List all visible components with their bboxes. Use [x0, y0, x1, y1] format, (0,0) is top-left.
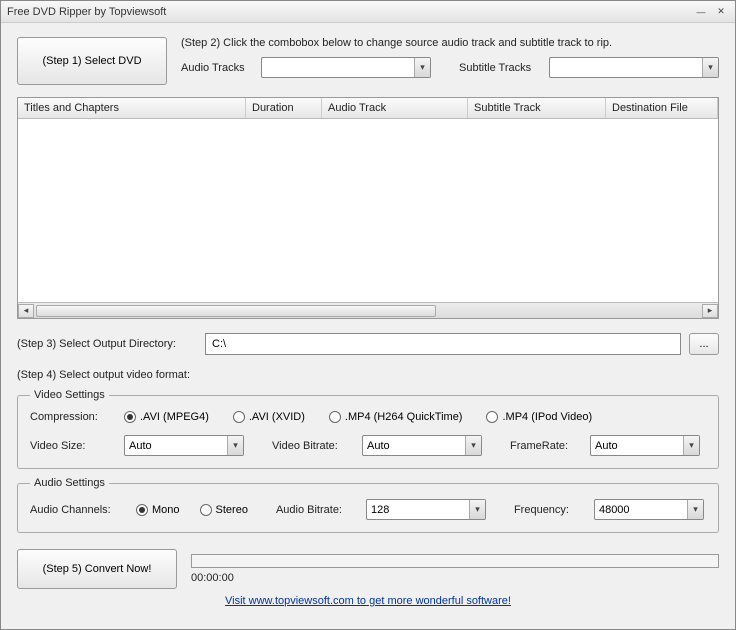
scroll-thumb[interactable] — [36, 305, 436, 317]
compression-label: Compression: — [30, 411, 114, 423]
audio-settings-group: Audio Settings Audio Channels: Mono Ster… — [17, 477, 719, 533]
close-icon: ✕ — [717, 6, 725, 17]
select-dvd-button[interactable]: (Step 1) Select DVD — [17, 37, 167, 85]
radio-stereo[interactable]: Stereo — [200, 504, 248, 516]
framerate-combo[interactable]: Auto▾ — [590, 435, 700, 456]
frequency-combo[interactable]: 48000▾ — [594, 499, 704, 520]
chevron-down-icon: ▾ — [469, 500, 485, 519]
step2-column: (Step 2) Click the combobox below to cha… — [181, 37, 719, 78]
video-bitrate-combo[interactable]: Auto▾ — [362, 435, 482, 456]
radio-icon — [329, 411, 341, 423]
content-area: (Step 1) Select DVD (Step 2) Click the c… — [1, 23, 735, 629]
col-subtitle-track[interactable]: Subtitle Track — [468, 98, 606, 118]
step2-instruction: (Step 2) Click the combobox below to cha… — [181, 37, 719, 49]
chevron-down-icon: ▾ — [414, 58, 430, 77]
top-row: (Step 1) Select DVD (Step 2) Click the c… — [17, 37, 719, 85]
audio-tracks-combo[interactable]: ▾ — [261, 57, 431, 78]
titlebar: Free DVD Ripper by Topviewsoft — ✕ — [1, 1, 735, 23]
subtitle-tracks-combo[interactable]: ▾ — [549, 57, 719, 78]
subtitle-tracks-label: Subtitle Tracks — [459, 62, 539, 74]
radio-mp4-ipod[interactable]: .MP4 (IPod Video) — [486, 411, 592, 423]
col-destination[interactable]: Destination File — [606, 98, 718, 118]
chevron-down-icon: ▾ — [702, 58, 718, 77]
radio-icon — [486, 411, 498, 423]
horizontal-scrollbar[interactable]: ◂ ▸ — [18, 302, 718, 318]
scroll-left-button[interactable]: ◂ — [18, 304, 34, 318]
step3-label: (Step 3) Select Output Directory: — [17, 338, 197, 350]
footer-row: Visit www.topviewsoft.com to get more wo… — [17, 595, 719, 607]
video-size-combo[interactable]: Auto▾ — [124, 435, 244, 456]
video-size-label: Video Size: — [30, 440, 114, 452]
close-button[interactable]: ✕ — [713, 5, 729, 19]
chevron-down-icon: ▾ — [683, 436, 699, 455]
radio-avi-mpeg4[interactable]: .AVI (MPEG4) — [124, 411, 209, 423]
compression-row: Compression: .AVI (MPEG4) .AVI (XVID) .M… — [30, 411, 706, 423]
radio-icon — [136, 504, 148, 516]
titles-table: Titles and Chapters Duration Audio Track… — [17, 97, 719, 319]
select-dvd-label: (Step 1) Select DVD — [42, 55, 141, 67]
minimize-button[interactable]: — — [693, 5, 709, 19]
audio-bitrate-label: Audio Bitrate: — [276, 504, 356, 516]
audio-params-row: Audio Channels: Mono Stereo Audio Bitrat… — [30, 499, 706, 520]
col-titles[interactable]: Titles and Chapters — [18, 98, 246, 118]
audio-channels-label: Audio Channels: — [30, 504, 126, 516]
bottom-row: (Step 5) Convert Now! 00:00:00 — [17, 549, 719, 589]
audio-settings-legend: Audio Settings — [30, 477, 109, 489]
audio-tracks-label: Audio Tracks — [181, 62, 251, 74]
col-duration[interactable]: Duration — [246, 98, 322, 118]
video-settings-group: Video Settings Compression: .AVI (MPEG4)… — [17, 389, 719, 469]
table-body[interactable] — [18, 119, 718, 302]
video-bitrate-label: Video Bitrate: — [272, 440, 352, 452]
app-window: Free DVD Ripper by Topviewsoft — ✕ (Step… — [0, 0, 736, 630]
radio-avi-xvid[interactable]: .AVI (XVID) — [233, 411, 305, 423]
step4-label: (Step 4) Select output video format: — [17, 369, 190, 381]
video-settings-legend: Video Settings — [30, 389, 109, 401]
radio-icon — [233, 411, 245, 423]
frequency-label: Frequency: — [514, 504, 584, 516]
radio-mp4-h264[interactable]: .MP4 (H264 QuickTime) — [329, 411, 463, 423]
video-params-row: Video Size: Auto▾ Video Bitrate: Auto▾ F… — [30, 435, 706, 456]
col-audio-track[interactable]: Audio Track — [322, 98, 468, 118]
window-title: Free DVD Ripper by Topviewsoft — [7, 6, 689, 18]
chevron-down-icon: ▾ — [687, 500, 703, 519]
step2-controls: Audio Tracks ▾ Subtitle Tracks ▾ — [181, 57, 719, 78]
browse-label: ... — [699, 338, 708, 350]
step4-row: (Step 4) Select output video format: — [17, 369, 719, 381]
progress-column: 00:00:00 — [191, 554, 719, 584]
chevron-down-icon: ▾ — [465, 436, 481, 455]
table-header: Titles and Chapters Duration Audio Track… — [18, 98, 718, 119]
radio-icon — [124, 411, 136, 423]
radio-mono[interactable]: Mono — [136, 504, 180, 516]
time-elapsed: 00:00:00 — [191, 572, 719, 584]
scroll-right-button[interactable]: ▸ — [702, 304, 718, 318]
audio-bitrate-combo[interactable]: 128▾ — [366, 499, 486, 520]
radio-icon — [200, 504, 212, 516]
output-directory-input[interactable]: C:\ — [205, 333, 681, 355]
output-directory-value: C:\ — [212, 338, 226, 350]
step3-row: (Step 3) Select Output Directory: C:\ ..… — [17, 333, 719, 355]
footer-link[interactable]: Visit www.topviewsoft.com to get more wo… — [225, 595, 511, 607]
framerate-label: FrameRate: — [510, 440, 580, 452]
chevron-down-icon: ▾ — [227, 436, 243, 455]
minimize-icon: — — [697, 7, 706, 17]
convert-now-label: (Step 5) Convert Now! — [43, 563, 152, 575]
convert-now-button[interactable]: (Step 5) Convert Now! — [17, 549, 177, 589]
progress-bar — [191, 554, 719, 568]
browse-button[interactable]: ... — [689, 333, 719, 355]
